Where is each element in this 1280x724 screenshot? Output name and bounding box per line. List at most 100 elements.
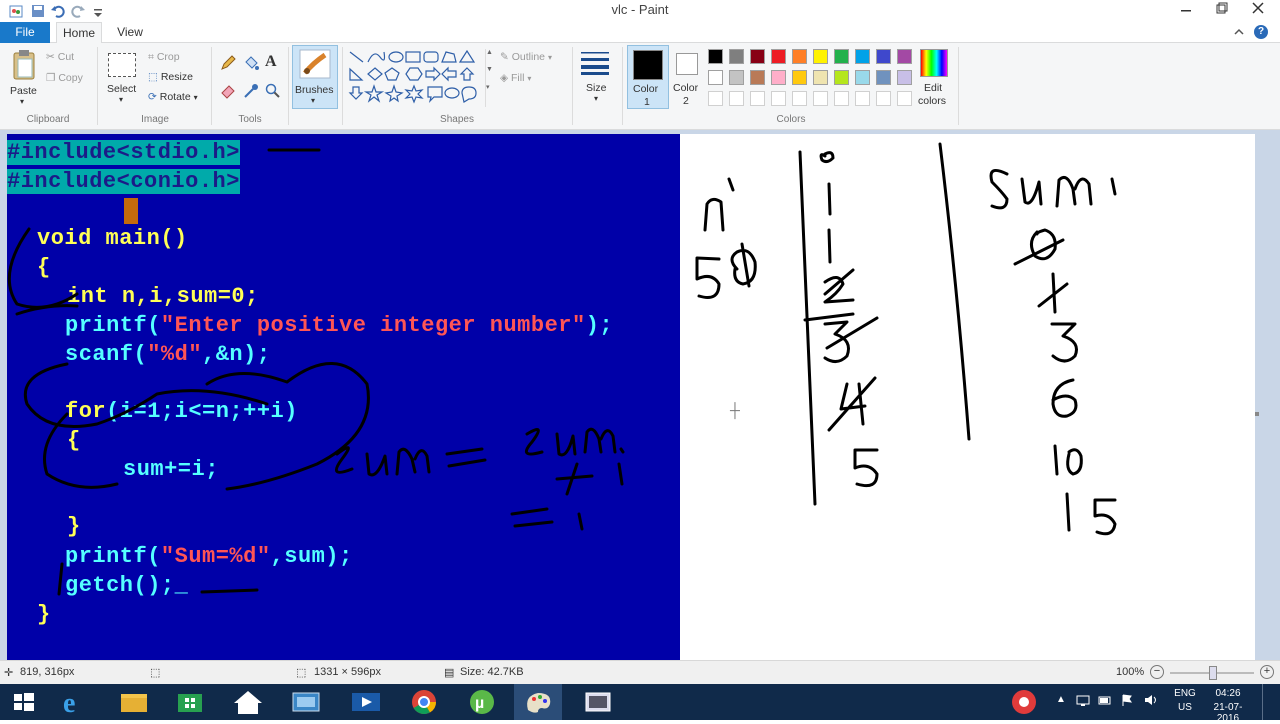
color-swatch[interactable] <box>855 91 870 106</box>
color-swatch[interactable] <box>876 70 891 85</box>
close-button[interactable] <box>1244 0 1272 20</box>
battery-icon[interactable] <box>1098 693 1112 707</box>
text-tool-icon[interactable]: A <box>265 53 281 71</box>
clock-time: 04:26 <box>1215 688 1241 699</box>
color-swatch[interactable] <box>792 49 807 64</box>
clock[interactable]: 04:26 21-07-2016 <box>1206 688 1250 724</box>
size-button[interactable]: Size ▾ <box>578 49 616 107</box>
color-swatch[interactable] <box>729 91 744 106</box>
select-button[interactable]: Select ▾ <box>104 51 140 109</box>
outline-button[interactable]: ✎ Outline ▾ <box>500 51 552 63</box>
drawing-canvas[interactable]: #include<stdio.h> #include<conio.h> void… <box>7 134 1259 660</box>
handwritten-1 <box>827 182 832 216</box>
color-swatch[interactable] <box>771 70 786 85</box>
color-swatch[interactable] <box>834 49 849 64</box>
color-swatch[interactable] <box>855 70 870 85</box>
color-swatch[interactable] <box>771 91 786 106</box>
color-swatch[interactable] <box>729 70 744 85</box>
color-swatch[interactable] <box>750 91 765 106</box>
color-swatch[interactable] <box>834 70 849 85</box>
cut-button[interactable]: ✂ Cut <box>46 51 74 63</box>
store-icon[interactable] <box>166 684 214 720</box>
color-picker-icon[interactable] <box>243 83 259 99</box>
show-desktop-button[interactable] <box>1262 684 1267 720</box>
edit-colors-button[interactable]: Edit colors <box>916 45 950 107</box>
network-icon[interactable] <box>1076 693 1090 707</box>
crop-button[interactable]: ⌗ Crop <box>148 51 180 64</box>
undo-icon[interactable] <box>50 3 66 19</box>
color-swatch[interactable] <box>876 91 891 106</box>
brushes-button[interactable]: Brushes ▾ <box>292 45 338 109</box>
color-swatch[interactable] <box>813 70 828 85</box>
help-icon[interactable]: ? <box>1254 25 1268 39</box>
handwritten-sum-sum <box>445 447 487 468</box>
canvas-resize-handle[interactable] <box>1255 412 1259 416</box>
fill-button[interactable]: ◈ Fill ▾ <box>500 72 531 84</box>
color-swatch[interactable] <box>750 70 765 85</box>
redo-icon[interactable] <box>70 3 86 19</box>
zoom-out-button[interactable]: − <box>1150 665 1164 679</box>
customize-quick-access-icon[interactable] <box>90 3 106 19</box>
tab-view[interactable]: View <box>108 22 152 42</box>
flag-icon[interactable] <box>1120 693 1134 707</box>
color-swatch[interactable] <box>708 70 723 85</box>
color-swatch[interactable] <box>855 49 870 64</box>
paint-taskbar-icon[interactable] <box>514 684 562 720</box>
save-icon[interactable] <box>30 3 46 19</box>
collapse-ribbon-icon[interactable] <box>1232 25 1246 39</box>
magnifier-icon[interactable] <box>265 83 281 99</box>
size-dropdown-icon[interactable]: ▾ <box>594 94 598 103</box>
utorrent-icon[interactable]: µ <box>458 684 506 720</box>
color-swatch[interactable] <box>897 49 912 64</box>
paint-app-icon[interactable] <box>8 3 24 19</box>
media-player-icon[interactable] <box>342 684 390 720</box>
fill-bucket-icon[interactable] <box>243 55 259 71</box>
color-swatch[interactable] <box>876 49 891 64</box>
copy-button[interactable]: ❐ Copy <box>46 72 83 84</box>
screen-recorder-icon[interactable] <box>282 684 330 720</box>
file-explorer-icon[interactable] <box>110 684 158 720</box>
color-swatch[interactable] <box>729 49 744 64</box>
color-swatch[interactable] <box>834 91 849 106</box>
rotate-button[interactable]: ⟳ Rotate ▾ <box>148 91 198 103</box>
tab-file[interactable]: File <box>0 22 50 43</box>
color-swatch[interactable] <box>708 91 723 106</box>
crop-label: Crop <box>156 51 180 63</box>
color2-button[interactable]: Color 2 <box>671 45 703 107</box>
color-swatch[interactable] <box>792 70 807 85</box>
tools-group-label: Tools <box>238 114 262 125</box>
start-button[interactable] <box>0 684 48 720</box>
minimize-button[interactable] <box>1172 0 1200 20</box>
zoom-slider-thumb[interactable] <box>1209 666 1217 680</box>
eraser-icon[interactable] <box>220 83 236 99</box>
region-code: US <box>1178 702 1192 713</box>
zoom-in-button[interactable]: + <box>1260 665 1274 679</box>
color-swatch[interactable] <box>897 70 912 85</box>
internet-explorer-icon[interactable]: e <box>50 684 98 720</box>
chrome-icon[interactable] <box>400 684 448 720</box>
color-swatch[interactable] <box>771 49 786 64</box>
show-hidden-icons[interactable]: ▲ <box>1056 694 1066 705</box>
paste-dropdown-icon[interactable]: ▾ <box>20 97 24 106</box>
select-dropdown-icon[interactable]: ▾ <box>119 95 123 104</box>
resize-button[interactable]: ⬚ Resize <box>148 71 193 83</box>
shapes-gallery[interactable] <box>348 49 484 107</box>
color-swatch[interactable] <box>750 49 765 64</box>
home-icon[interactable] <box>224 684 272 720</box>
color-swatch[interactable] <box>792 91 807 106</box>
volume-icon[interactable] <box>1144 693 1158 707</box>
shapes-scroll[interactable]: ▲ ▼ ▾ <box>485 49 494 107</box>
restore-button[interactable] <box>1208 0 1236 20</box>
color-swatch[interactable] <box>813 91 828 106</box>
pencil-icon[interactable] <box>220 55 236 71</box>
screen-capture-icon[interactable] <box>574 684 622 720</box>
tab-home[interactable]: Home <box>56 22 102 44</box>
input-language[interactable]: ENG US <box>1172 688 1198 713</box>
color-swatch[interactable] <box>813 49 828 64</box>
brushes-dropdown-icon[interactable]: ▾ <box>311 96 315 105</box>
color-swatch[interactable] <box>708 49 723 64</box>
color1-button[interactable]: Color 1 <box>627 45 669 109</box>
antivirus-tray-icon[interactable] <box>1010 688 1038 716</box>
color-swatch[interactable] <box>897 91 912 106</box>
paste-button[interactable]: Paste ▾ <box>8 49 40 107</box>
